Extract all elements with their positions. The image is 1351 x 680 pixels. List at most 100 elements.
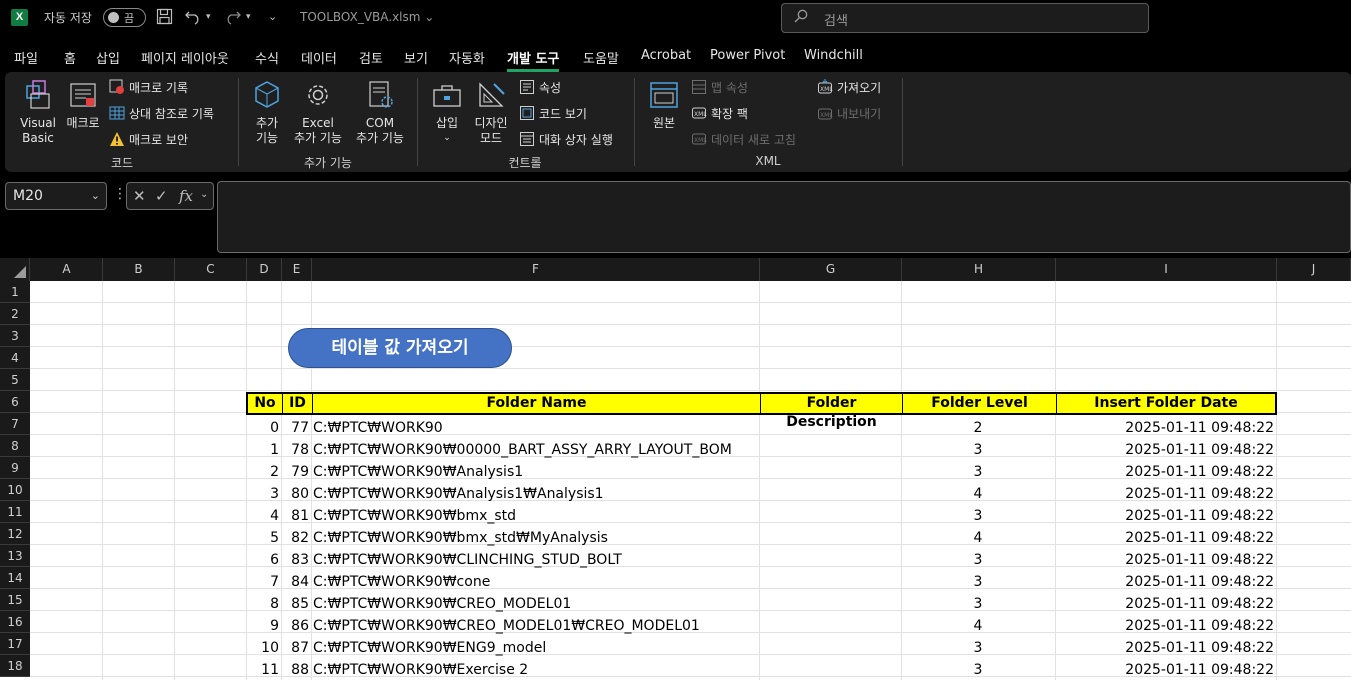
- xml-export-button[interactable]: XML 내보내기: [817, 105, 881, 123]
- tab-insert[interactable]: 삽입: [96, 48, 120, 67]
- formula-input[interactable]: [217, 181, 1351, 253]
- cell-folder-description[interactable]: [759, 527, 901, 549]
- cell-id[interactable]: 79: [281, 461, 311, 483]
- cell-folder-level[interactable]: 3: [901, 439, 1055, 461]
- cell-folder-name[interactable]: C:₩PTC₩WORK90₩CREO_MODEL01: [311, 593, 759, 615]
- chevron-down-icon[interactable]: ⌄: [200, 189, 208, 200]
- design-mode-button[interactable]: 디자인 모드: [469, 78, 513, 146]
- name-box[interactable]: M20 ⌄: [5, 182, 107, 210]
- cell-folder-name[interactable]: C:₩PTC₩WORK90₩00000_BART_ASSY_ARRY_LAYOU…: [311, 439, 759, 461]
- cell-insert-folder-date[interactable]: 2025-01-11 09:48:22: [1055, 659, 1276, 680]
- column-header-j[interactable]: J: [1277, 258, 1351, 281]
- addins-button[interactable]: 추가 기능: [245, 78, 289, 146]
- column-header-e[interactable]: E: [282, 258, 312, 281]
- column-header-a[interactable]: A: [31, 258, 103, 281]
- cell-no[interactable]: 4: [246, 505, 281, 527]
- cell-id[interactable]: 86: [281, 615, 311, 637]
- redo-icon[interactable]: [224, 8, 242, 29]
- relative-reference-button[interactable]: 상대 참조로 기록: [109, 105, 214, 123]
- row-header[interactable]: 4: [0, 347, 30, 369]
- cell-folder-description[interactable]: [759, 571, 901, 593]
- cell-folder-name[interactable]: C:₩PTC₩WORK90₩bmx_std: [311, 505, 759, 527]
- cell-id[interactable]: 78: [281, 439, 311, 461]
- row-header[interactable]: 6: [0, 391, 30, 413]
- cell-id[interactable]: 80: [281, 483, 311, 505]
- undo-icon[interactable]: [184, 8, 202, 29]
- cell-folder-description[interactable]: [759, 505, 901, 527]
- cell-no[interactable]: 3: [246, 483, 281, 505]
- cell-no[interactable]: 10: [246, 637, 281, 659]
- tab-automate[interactable]: 자동화: [449, 48, 485, 67]
- tab-home[interactable]: 홈: [64, 48, 76, 67]
- refresh-data-button[interactable]: XML 데이터 새로 고침: [691, 131, 796, 149]
- tab-view[interactable]: 보기: [404, 48, 428, 67]
- row-header[interactable]: 1: [0, 281, 30, 303]
- row-header[interactable]: 8: [0, 435, 30, 457]
- tab-acrobat[interactable]: Acrobat: [641, 48, 691, 63]
- tab-file[interactable]: 파일: [14, 48, 38, 67]
- tab-page-layout[interactable]: 페이지 레이아웃: [141, 48, 229, 67]
- header-folder-description[interactable]: Folder Description: [761, 394, 903, 430]
- com-addins-button[interactable]: COM 추가 기능: [351, 78, 409, 146]
- cell-insert-folder-date[interactable]: 2025-01-11 09:48:22: [1055, 637, 1276, 659]
- cell-no[interactable]: 5: [246, 527, 281, 549]
- cell-folder-name[interactable]: C:₩PTC₩WORK90₩Analysis1: [311, 461, 759, 483]
- cell-no[interactable]: 7: [246, 571, 281, 593]
- cell-folder-description[interactable]: [759, 439, 901, 461]
- row-header[interactable]: 16: [0, 611, 30, 633]
- cell-id[interactable]: 84: [281, 571, 311, 593]
- redo-dropdown-icon[interactable]: ▾: [246, 8, 251, 26]
- cell-folder-name[interactable]: C:₩PTC₩WORK90₩Analysis1₩Analysis1: [311, 483, 759, 505]
- cell-folder-level[interactable]: 3: [901, 659, 1055, 680]
- record-macro-button[interactable]: 매크로 기록: [109, 79, 188, 97]
- expansion-packs-button[interactable]: XML 확장 팩: [691, 105, 748, 123]
- confirm-icon[interactable]: ✓: [155, 187, 168, 205]
- cell-folder-description[interactable]: [759, 659, 901, 680]
- cancel-icon[interactable]: ✕: [133, 187, 146, 205]
- cell-id[interactable]: 87: [281, 637, 311, 659]
- cell-no[interactable]: 11: [246, 659, 281, 680]
- cell-insert-folder-date[interactable]: 2025-01-11 09:48:22: [1055, 593, 1276, 615]
- xml-source-button[interactable]: 원본: [645, 78, 683, 131]
- column-header-f[interactable]: F: [312, 258, 760, 281]
- row-header[interactable]: 13: [0, 545, 30, 567]
- row-header[interactable]: 2: [0, 303, 30, 325]
- customize-toolbar-icon[interactable]: ⌄: [268, 8, 277, 26]
- tab-power-pivot[interactable]: Power Pivot: [710, 48, 785, 63]
- cell-no[interactable]: 6: [246, 549, 281, 571]
- cell-folder-level[interactable]: 3: [901, 461, 1055, 483]
- header-folder-level[interactable]: Folder Level: [903, 394, 1057, 413]
- cell-insert-folder-date[interactable]: 2025-01-11 09:48:22: [1055, 527, 1276, 549]
- cell-folder-level[interactable]: 3: [901, 549, 1055, 571]
- worksheet-grid[interactable]: A B C D E F G H I J 1 2 3 4 5 6 7 8 9 10 11 12 13 14 1…: [0, 258, 1351, 680]
- undo-dropdown-icon[interactable]: ▾: [206, 8, 211, 26]
- cell-folder-level[interactable]: 3: [901, 593, 1055, 615]
- macros-button[interactable]: 매크로: [61, 78, 105, 131]
- autosave-toggle[interactable]: 끔: [103, 8, 146, 27]
- cell-folder-level[interactable]: 4: [901, 527, 1055, 549]
- cell-folder-description[interactable]: [759, 615, 901, 637]
- select-all-button[interactable]: [0, 258, 30, 281]
- cell-insert-folder-date[interactable]: 2025-01-11 09:48:22: [1055, 505, 1276, 527]
- cell-folder-level[interactable]: 3: [901, 637, 1055, 659]
- insert-function-icon[interactable]: fx: [179, 187, 193, 205]
- view-code-button[interactable]: 코드 보기: [519, 105, 587, 123]
- get-table-values-button[interactable]: 테이블 값 가져오기: [288, 328, 512, 368]
- column-header-g[interactable]: G: [760, 258, 902, 281]
- tab-formulas[interactable]: 수식: [255, 48, 279, 67]
- cell-no[interactable]: 2: [246, 461, 281, 483]
- row-header[interactable]: 5: [0, 369, 30, 391]
- excel-addins-button[interactable]: Excel 추가 기능: [289, 78, 347, 146]
- cell-insert-folder-date[interactable]: 2025-01-11 09:48:22: [1055, 483, 1276, 505]
- cell-folder-level[interactable]: 2: [901, 417, 1055, 439]
- run-dialog-button[interactable]: 대화 상자 실행: [519, 131, 613, 149]
- cell-folder-description[interactable]: [759, 483, 901, 505]
- visual-basic-button[interactable]: Visual Basic: [15, 78, 61, 146]
- row-header[interactable]: 14: [0, 567, 30, 589]
- more-options-icon[interactable]: ⋮: [113, 186, 127, 202]
- cell-no[interactable]: 1: [246, 439, 281, 461]
- cell-folder-name[interactable]: C:₩PTC₩WORK90₩CLINCHING_STUD_BOLT: [311, 549, 759, 571]
- tab-windchill[interactable]: Windchill: [804, 48, 863, 63]
- cell-folder-level[interactable]: 3: [901, 505, 1055, 527]
- insert-control-button[interactable]: 삽입 ⌄: [427, 78, 467, 146]
